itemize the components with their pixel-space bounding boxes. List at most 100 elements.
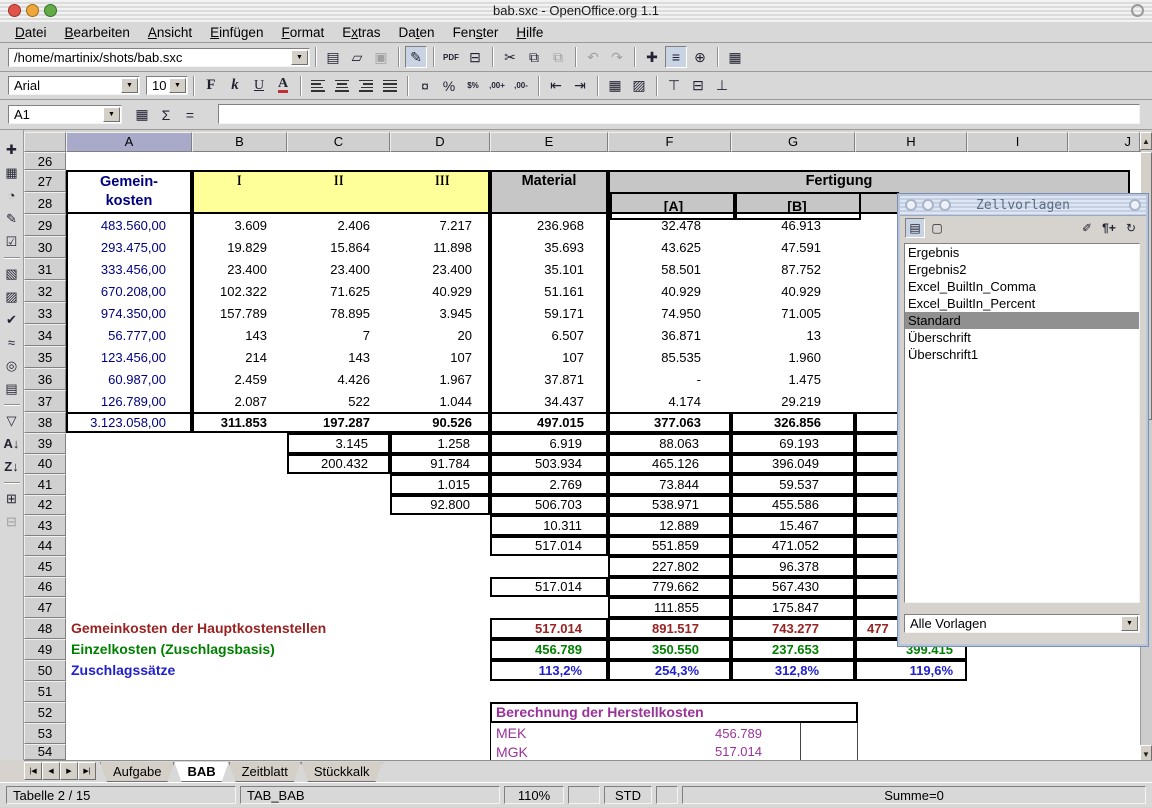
cell-C34[interactable]: 7 xyxy=(287,324,390,346)
row-header-35[interactable]: 35 xyxy=(24,346,66,368)
row-header-27[interactable]: 27 xyxy=(24,170,66,192)
stylist-icon[interactable]: ≡ xyxy=(665,46,687,68)
cell-E34[interactable]: 6.507 xyxy=(490,324,608,346)
cell-C37[interactable]: 522 xyxy=(287,390,390,412)
menu-daten[interactable]: Daten xyxy=(390,24,444,41)
cell-F38[interactable]: 377.063 xyxy=(608,412,731,433)
cell-D33[interactable]: 3.945 xyxy=(390,302,490,324)
row-header-38[interactable]: 38 xyxy=(24,412,66,433)
cell-G33[interactable]: 71.005 xyxy=(731,302,855,324)
cell-E43[interactable]: 10.311 xyxy=(490,515,608,536)
font-size-dropdown-icon[interactable]: ▼ xyxy=(169,78,186,93)
underline-icon[interactable]: U xyxy=(248,75,270,97)
borders-icon[interactable]: ▦ xyxy=(604,75,626,97)
cell-G30[interactable]: 47.591 xyxy=(731,236,855,258)
cell-F48[interactable]: 891.517 xyxy=(608,618,731,639)
cell-F37[interactable]: 4.174 xyxy=(608,390,731,412)
cell-A36[interactable]: 60.987,00 xyxy=(66,368,192,390)
sum-icon[interactable]: Σ xyxy=(155,104,177,126)
stylist-dock-button[interactable] xyxy=(1129,199,1141,211)
cell-B31[interactable]: 23.400 xyxy=(192,258,287,280)
cell-B32[interactable]: 102.322 xyxy=(192,280,287,302)
row-header-45[interactable]: 45 xyxy=(24,556,66,577)
export-pdf-icon[interactable]: PDF xyxy=(440,46,462,68)
cell-F41[interactable]: 73.844 xyxy=(608,474,731,495)
cell-E38[interactable]: 497.015 xyxy=(490,412,608,433)
row-header-30[interactable]: 30 xyxy=(24,236,66,258)
row-header-50[interactable]: 50 xyxy=(24,660,66,681)
cell-A49[interactable]: Einzelkosten (Zuschlagsbasis) xyxy=(66,639,490,660)
align-left-icon[interactable] xyxy=(307,75,329,97)
cell-F50[interactable]: 254,3% xyxy=(608,660,731,681)
cell-G41[interactable]: 59.537 xyxy=(731,474,855,495)
cell-E48[interactable]: 517.014 xyxy=(490,618,608,639)
sheet-tab-bab[interactable]: BAB xyxy=(174,762,228,782)
cell-F47[interactable]: 111.855 xyxy=(608,597,731,618)
row-header-46[interactable]: 46 xyxy=(24,577,66,598)
cell-E32[interactable]: 51.161 xyxy=(490,280,608,302)
cell-D35[interactable]: 107 xyxy=(390,346,490,368)
cell-G47[interactable]: 175.847 xyxy=(731,597,855,618)
fill-format-mode-icon[interactable]: ✐ xyxy=(1077,218,1097,238)
cell-E49[interactable]: 456.789 xyxy=(490,639,608,660)
cell-G44[interactable]: 471.052 xyxy=(731,536,855,557)
header-material-cell[interactable]: Material xyxy=(490,170,608,214)
row-header-47[interactable]: 47 xyxy=(24,597,66,618)
page-styles-icon[interactable]: ▢ xyxy=(927,218,947,238)
spellcheck-icon[interactable]: ✔ xyxy=(2,310,22,330)
style-item-excel_builtin_percent[interactable]: Excel_BuiltIn_Percent xyxy=(905,295,1139,312)
delete-decimal-icon[interactable]: ,00- xyxy=(510,75,532,97)
new-style-from-selection-icon[interactable]: ¶+ xyxy=(1099,218,1119,238)
status-sum[interactable]: Summe=0 xyxy=(682,786,1146,804)
cell-C40[interactable]: 200.432 xyxy=(287,454,390,475)
data-sources-icon[interactable]: ▤ xyxy=(2,379,22,399)
cell-D40[interactable]: 91.784 xyxy=(390,454,490,475)
cell-E36[interactable]: 37.871 xyxy=(490,368,608,390)
align-top-icon[interactable]: ⊤ xyxy=(663,75,685,97)
header-gemeinkosten-cell[interactable]: Gemein- kosten xyxy=(66,170,192,214)
menu-bearbeiten[interactable]: Bearbeiten xyxy=(56,24,139,41)
url-combo[interactable]: /home/martinix/shots/bab.sxc ▼ xyxy=(8,48,310,67)
row-header-41[interactable]: 41 xyxy=(24,474,66,495)
function-autopilot-icon[interactable]: ▦ xyxy=(131,104,153,126)
cell-D36[interactable]: 1.967 xyxy=(390,368,490,390)
column-header-I[interactable]: I xyxy=(967,132,1068,152)
new-document-icon[interactable]: ▤ xyxy=(322,46,344,68)
cell-E46[interactable]: 517.014 xyxy=(490,577,608,598)
column-header-H[interactable]: H xyxy=(855,132,967,152)
first-sheet-icon[interactable]: |◀ xyxy=(24,762,42,780)
cell-E50[interactable]: 113,2% xyxy=(490,660,608,681)
open-icon[interactable]: ▱ xyxy=(346,46,368,68)
background-color-icon[interactable]: ▨ xyxy=(628,75,650,97)
select-all-corner[interactable] xyxy=(24,132,66,152)
cell-E53[interactable]: MEK xyxy=(490,723,608,744)
function-icon[interactable]: = xyxy=(179,104,201,126)
row-header-51[interactable]: 51 xyxy=(24,681,66,702)
hyperlink-icon[interactable]: ⊕ xyxy=(689,46,711,68)
column-header-J[interactable]: J xyxy=(1068,132,1140,152)
cell-B35[interactable]: 214 xyxy=(192,346,287,368)
style-item-überschrift1[interactable]: Überschrift1 xyxy=(905,346,1139,363)
column-header-D[interactable]: D xyxy=(390,132,490,152)
add-decimal-icon[interactable]: ,00+ xyxy=(486,75,508,97)
row-header-37[interactable]: 37 xyxy=(24,390,66,412)
cell-H50[interactable]: 119,6% xyxy=(855,660,967,681)
cell-styles-icon[interactable]: ▤ xyxy=(905,218,925,238)
column-header-E[interactable]: E xyxy=(490,132,608,152)
cell-F49[interactable]: 350.550 xyxy=(608,639,731,660)
menu-extras[interactable]: Extras xyxy=(333,24,389,41)
italic-icon[interactable]: k xyxy=(224,75,246,97)
cell-D41[interactable]: 1.015 xyxy=(390,474,490,495)
cell-G49[interactable]: 237.653 xyxy=(731,639,855,660)
cut-icon[interactable]: ✂ xyxy=(499,46,521,68)
row-header-48[interactable]: 48 xyxy=(24,618,66,639)
cell-E52[interactable]: Berechnung der Herstellkosten xyxy=(490,702,858,723)
cell-E33[interactable]: 59.171 xyxy=(490,302,608,324)
cell-G46[interactable]: 567.430 xyxy=(731,577,855,598)
menu-fenster[interactable]: Fenster xyxy=(444,24,508,41)
find-replace-icon[interactable]: ◎ xyxy=(2,356,22,376)
cell-B29[interactable]: 3.609 xyxy=(192,214,287,236)
cell-F34[interactable]: 36.871 xyxy=(608,324,731,346)
last-sheet-icon[interactable]: ▶| xyxy=(78,762,96,780)
style-item-ergebnis[interactable]: Ergebnis xyxy=(905,244,1139,261)
